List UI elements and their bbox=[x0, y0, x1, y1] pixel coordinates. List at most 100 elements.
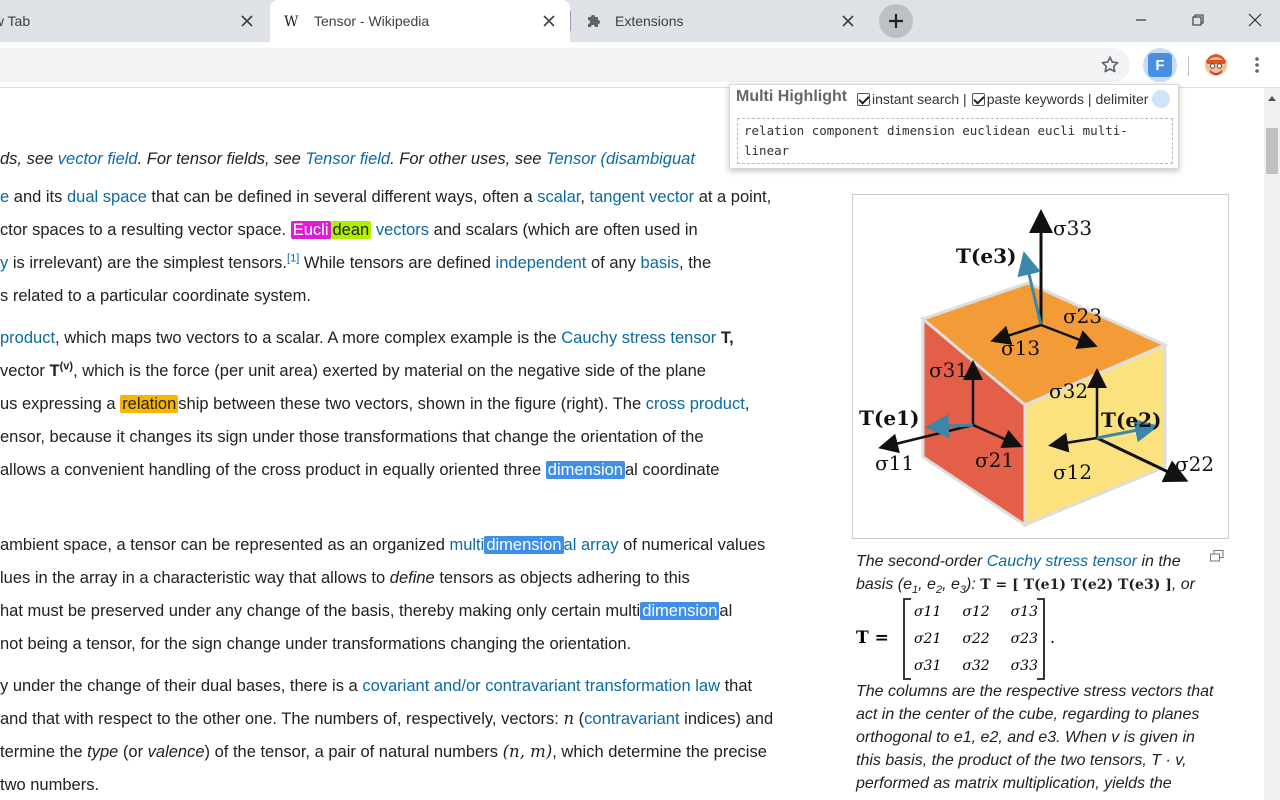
menu-kebab-icon[interactable] bbox=[1243, 51, 1271, 79]
link-cross-product[interactable]: cross product bbox=[646, 395, 745, 413]
tab-extensions[interactable]: Extensions bbox=[571, 0, 869, 42]
link[interactable]: e bbox=[0, 188, 9, 206]
window-close-button[interactable] bbox=[1243, 8, 1267, 32]
profile-avatar[interactable] bbox=[1202, 51, 1230, 79]
text: termine the bbox=[0, 743, 88, 761]
paragraph-line: termine the type (or valence) of the ten… bbox=[0, 741, 767, 763]
text: lues in the array in a characteristic wa… bbox=[0, 569, 390, 587]
paste-keywords-checkbox[interactable] bbox=[971, 92, 985, 106]
tab-new-tab[interactable]: ew Tab bbox=[0, 0, 268, 42]
link-cauchy-stress-tensor[interactable]: Cauchy stress tensor bbox=[987, 553, 1137, 570]
link-cauchy-stress-tensor[interactable]: Cauchy stress tensor bbox=[561, 329, 716, 347]
link-multidimensional-array[interactable]: multi bbox=[449, 536, 484, 554]
left-bracket bbox=[903, 598, 911, 680]
link-multidimensional-array[interactable]: al array bbox=[564, 536, 619, 554]
link-scalar[interactable]: scalar bbox=[537, 188, 580, 206]
label-T-e1: T(e1) bbox=[859, 406, 919, 430]
restore-button[interactable] bbox=[1186, 8, 1210, 32]
text: ensor, because it changes its sign under… bbox=[0, 428, 704, 446]
figure-caption: The second-order Cauchy stress tensor in… bbox=[856, 553, 1195, 597]
paste-keywords-label: paste keywords | bbox=[986, 91, 1092, 107]
keywords-textarea[interactable]: relation component dimension euclidean e… bbox=[737, 118, 1173, 164]
close-icon bbox=[1248, 13, 1262, 27]
link-covariant-contravariant[interactable]: covariant and/or contravariant transform… bbox=[362, 677, 720, 695]
multi-highlight-popup: Multi Highlight instant search | paste k… bbox=[729, 84, 1179, 169]
text: ambient space, a tensor can be represent… bbox=[0, 536, 450, 554]
link-dot-product[interactable]: product bbox=[0, 329, 55, 347]
wikipedia-icon: W bbox=[284, 12, 302, 30]
link-tensor-disambiguation[interactable]: Tensor (disambiguat bbox=[546, 150, 695, 168]
matrix-cell: σ22 bbox=[962, 631, 990, 647]
paragraph-line: not being a tensor, for the sign change … bbox=[0, 633, 631, 655]
paragraph-line: s related to a particular coordinate sys… bbox=[0, 285, 311, 307]
matrix-cell: σ12 bbox=[962, 604, 990, 620]
scroll-thumb[interactable] bbox=[1266, 128, 1278, 174]
link-vectors[interactable]: vectors bbox=[376, 221, 429, 239]
link-independent[interactable]: independent bbox=[496, 254, 587, 272]
stress-cube-diagram: σ33 T(e3) σ23 σ13 σ31 σ32 T(e1) T(e2) σ2… bbox=[859, 209, 1214, 528]
label-T-e3: T(e3) bbox=[956, 244, 1016, 268]
text: . For other uses, see bbox=[390, 150, 547, 168]
multi-highlight-extension-button[interactable]: F bbox=[1143, 48, 1177, 82]
link-contravariant[interactable]: contravariant bbox=[584, 710, 679, 728]
caption-line: this basis, the product of the two tenso… bbox=[856, 752, 1187, 769]
popup-title: Multi Highlight bbox=[736, 88, 848, 105]
paragraph-line: product, which maps two vectors to a sca… bbox=[0, 327, 734, 349]
link-dual-space[interactable]: dual space bbox=[67, 188, 147, 206]
tab-tensor-wikipedia[interactable]: W Tensor - Wikipedia bbox=[270, 0, 570, 42]
label-sigma22: σ22 bbox=[1175, 452, 1214, 476]
text: is irrelevant) are the simplest tensors. bbox=[8, 254, 288, 272]
close-icon[interactable] bbox=[839, 12, 857, 30]
text: hat must be preserved under any change o… bbox=[0, 602, 641, 620]
paragraph-line: hat must be preserved under any change o… bbox=[0, 600, 732, 622]
label-sigma12: σ12 bbox=[1053, 460, 1092, 484]
svg-text:W: W bbox=[284, 14, 299, 28]
new-tab-button[interactable] bbox=[879, 4, 913, 38]
text: of any bbox=[586, 254, 641, 272]
text: define bbox=[389, 569, 435, 587]
bookmark-star-icon[interactable] bbox=[1096, 51, 1124, 79]
text: and that with respect to the other one. … bbox=[0, 710, 564, 728]
close-icon[interactable] bbox=[238, 12, 256, 30]
text: and scalars (which are often used in bbox=[429, 221, 698, 239]
link-vector-field[interactable]: vector field bbox=[58, 150, 138, 168]
minimize-button[interactable] bbox=[1129, 8, 1153, 32]
link-tensor-field[interactable]: Tensor field bbox=[305, 150, 390, 168]
text: type bbox=[87, 743, 119, 761]
highlight-eucli: Eucli bbox=[290, 221, 331, 239]
figure-caption-continued: The columns are the respective stress ve… bbox=[856, 680, 1236, 795]
text: that can be defined in several different… bbox=[146, 188, 538, 206]
highlight-euclidean: dean bbox=[330, 221, 372, 239]
link-basis[interactable]: basis bbox=[641, 254, 680, 272]
text: and its bbox=[9, 188, 67, 206]
paragraph-line: ambient space, a tensor can be represent… bbox=[0, 534, 765, 556]
text: s related to a particular coordinate sys… bbox=[0, 287, 311, 305]
caption-line: act in the center of the cube, regarding… bbox=[856, 706, 1200, 723]
page-viewport: ds, see vector field. For tensor fields,… bbox=[0, 88, 1264, 800]
delimiter-toggle[interactable] bbox=[1152, 90, 1171, 108]
address-bar[interactable] bbox=[0, 48, 1130, 82]
close-icon[interactable] bbox=[540, 12, 558, 30]
highlight-dimension: dimension bbox=[640, 602, 720, 620]
instant-search-checkbox[interactable] bbox=[857, 92, 870, 106]
scroll-up-arrow-icon[interactable] bbox=[1268, 96, 1276, 101]
page-scrollbar[interactable] bbox=[1264, 88, 1280, 800]
caption-text: , e bbox=[918, 576, 936, 593]
stress-tensor-figure[interactable]: σ33 T(e3) σ23 σ13 σ31 σ32 T(e1) T(e2) σ2… bbox=[852, 194, 1229, 539]
puzzle-piece-icon bbox=[585, 12, 603, 30]
matrix-period: . bbox=[1050, 628, 1056, 647]
math-symbol: n bbox=[563, 709, 575, 728]
caption-line: The columns are the respective stress ve… bbox=[856, 683, 1214, 700]
text: , which maps two vectors to a scalar. A … bbox=[55, 329, 562, 347]
link[interactable]: y bbox=[0, 254, 8, 272]
tab-title: Tensor - Wikipedia bbox=[314, 13, 430, 29]
text: indices) and bbox=[679, 710, 774, 728]
restore-icon bbox=[1192, 14, 1204, 26]
text: not being a tensor, for the sign change … bbox=[0, 635, 632, 653]
citation-link[interactable]: [1] bbox=[287, 253, 299, 265]
tab-strip: ew Tab W Tensor - Wikipedia Extensions bbox=[0, 0, 1280, 42]
paragraph-line: ctor spaces to a resulting vector space.… bbox=[0, 219, 698, 241]
link-tangent-vector[interactable]: tangent vector bbox=[590, 188, 695, 206]
stress-matrix: T = σ11 σ12 σ13 σ21 σ22 σ23 σ31 σ32 σ33 . bbox=[856, 598, 1076, 680]
text: of numerical values bbox=[618, 536, 766, 554]
